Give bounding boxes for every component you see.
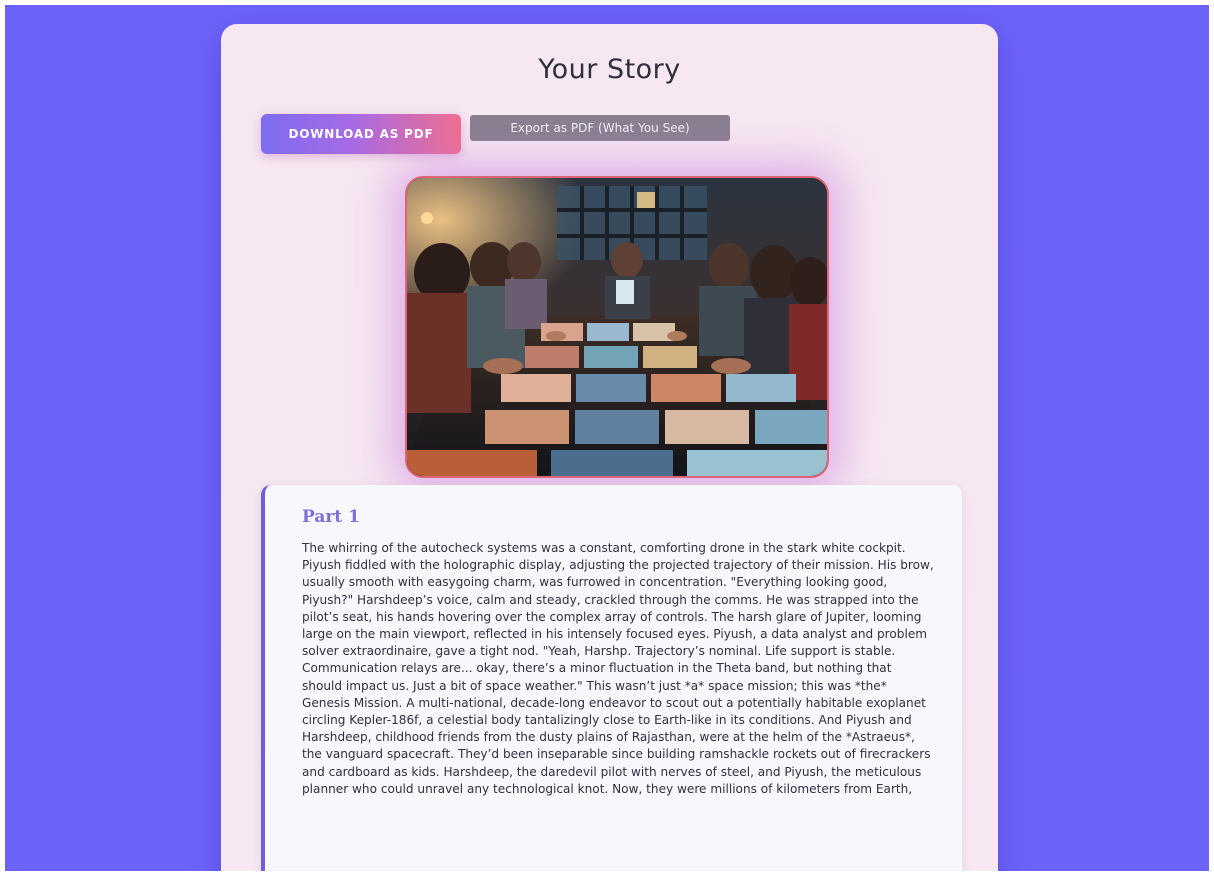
story-card: Your Story DOWNLOAD AS PDF Export as PDF… (221, 24, 998, 871)
story-text: The whirring of the autocheck systems wa… (302, 541, 934, 796)
page-background: Your Story DOWNLOAD AS PDF Export as PDF… (5, 5, 1209, 871)
export-pdf-button[interactable]: Export as PDF (What You See) (470, 115, 730, 141)
page-title: Your Story (538, 54, 681, 85)
download-pdf-button[interactable]: DOWNLOAD AS PDF (261, 114, 461, 154)
story-image (407, 178, 827, 476)
part-heading: Part 1 (302, 507, 360, 527)
story-part-card: Part 1 The whirring of the autocheck sys… (261, 485, 962, 871)
story-image-frame (405, 176, 829, 478)
